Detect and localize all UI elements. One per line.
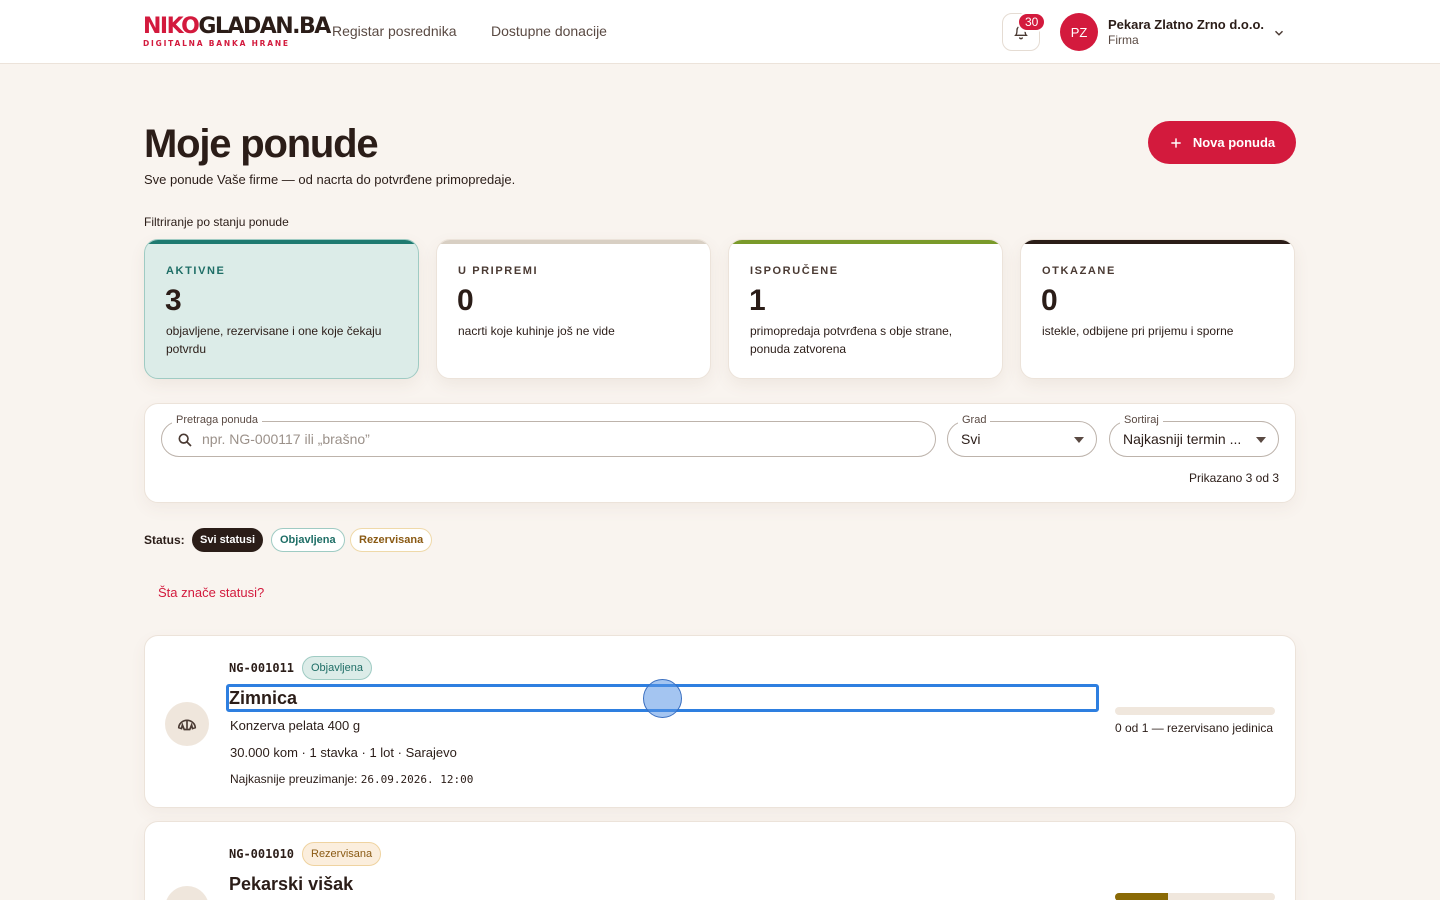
top-bar: NIKOGLADAN.BA DIGITALNA BANKA HRANE Regi… (0, 0, 1440, 64)
sort-select[interactable]: Sortiraj Najkasniji termin ... (1109, 414, 1279, 457)
city-legend: Grad (958, 414, 991, 426)
cursor-indicator (643, 679, 682, 718)
progress-fill (1115, 893, 1168, 900)
city-value: Svi (961, 431, 981, 447)
stat-label: AKTIVNE (166, 265, 226, 277)
logo[interactable]: NIKOGLADAN.BA DIGITALNA BANKA HRANE (143, 14, 331, 49)
reservation-progress (1115, 893, 1275, 900)
stat-value: 1 (749, 284, 766, 317)
stat-description: nacrti koje kuhinje još ne vide (458, 324, 615, 338)
stat-card-aktivne[interactable]: AKTIVNE 3 objavljene, rezervisane i one … (144, 239, 419, 379)
pickup-time: 26.09.2026. 12:00 (360, 773, 474, 786)
search-icon (178, 433, 192, 447)
bread-icon (177, 719, 197, 731)
stat-label: ISPORUČENE (750, 265, 839, 277)
offer-item: Konzerva pelata 400 g (230, 718, 361, 733)
stat-card-otkazane[interactable]: OTKAZANE 0 istekle, odbijene pri prijemu… (1020, 239, 1295, 379)
logo-part-niko: NIKO (143, 14, 200, 39)
stat-accent-bar (1021, 240, 1294, 244)
result-count: Prikazano 3 od 3 (1188, 471, 1279, 485)
offer-card[interactable]: NG-001011 Objavljena Zimnica Konzerva pe… (144, 635, 1296, 808)
chevron-down-icon[interactable] (1272, 26, 1286, 40)
chip-all-statuses[interactable]: Svi statusi (192, 528, 264, 552)
search-panel: Pretraga ponuda Grad Svi Sortiraj Najkas… (144, 403, 1296, 503)
chip-objavljena[interactable]: Objavljena (271, 528, 345, 552)
status-badge: Objavljena (302, 656, 372, 680)
offer-pickup: Najkasnije preuzimanje: 26.09.2026. 12:0… (230, 772, 473, 786)
stat-description: primopredaja potvrđena s obje strane, po… (750, 324, 953, 356)
filter-label: Filtriranje po stanju ponude (144, 215, 289, 229)
new-offer-label: Nova ponuda (1192, 135, 1276, 150)
stat-accent-bar (437, 240, 710, 244)
avatar[interactable]: PZ (1060, 13, 1098, 51)
sort-value: Najkasniji termin ... (1123, 431, 1242, 447)
reservation-progress (1115, 707, 1275, 715)
stat-value: 0 (1041, 284, 1058, 317)
stat-label: U PRIPREMI (458, 265, 539, 277)
offer-card[interactable]: NG-001010 Rezervisana Pekarski višak (144, 821, 1296, 900)
company-role: Firma (1108, 33, 1139, 47)
status-help-link[interactable]: Šta znače statusi? (158, 585, 264, 600)
company-name[interactable]: Pekara Zlatno Zrno d.o.o. (1108, 17, 1264, 32)
logo-tagline: DIGITALNA BANKA HRANE (143, 39, 290, 48)
stat-label: OTKAZANE (1042, 265, 1116, 277)
status-badge: Rezervisana (302, 842, 382, 866)
stat-value: 0 (457, 284, 474, 317)
caret-down-icon (1074, 437, 1084, 443)
page-subtitle: Sve ponude Vaše firme — od nacrta do pot… (144, 172, 516, 187)
pickup-label: Najkasnije preuzimanje: (230, 772, 358, 786)
offer-id: NG-001011 (229, 661, 295, 675)
search-field[interactable]: Pretraga ponuda (161, 414, 936, 457)
chip-rezervisana[interactable]: Rezervisana (350, 528, 433, 552)
stat-accent-bar (145, 240, 418, 244)
offer-id: NG-001010 (229, 847, 295, 861)
stat-accent-bar (729, 240, 1002, 244)
caret-down-icon (1256, 437, 1266, 443)
stat-description: objavljene, rezervisane i one koje čekaj… (166, 324, 382, 356)
progress-text: 0 od 1 — rezervisano jedinica (1115, 721, 1274, 735)
nav-link-registar[interactable]: Registar posrednika (332, 23, 457, 39)
offer-category-icon (165, 886, 209, 900)
stat-card-u-pripremi[interactable]: U PRIPREMI 0 nacrti koje kuhinje još ne … (436, 239, 711, 379)
stat-card-isporucene[interactable]: ISPORUČENE 1 primopredaja potvrđena s ob… (728, 239, 1003, 379)
logo-part-gladan: GLADAN.BA (198, 14, 331, 39)
notifications-badge: 30 (1017, 12, 1047, 32)
nav-link-donacije[interactable]: Dostupne donacije (491, 23, 607, 39)
offer-title[interactable]: Pekarski višak (229, 874, 353, 895)
stat-value: 3 (165, 284, 182, 317)
new-offer-button[interactable]: Nova ponuda (1148, 121, 1296, 164)
page-title: Moje ponude (144, 122, 379, 166)
offer-category-icon (165, 702, 209, 746)
plus-icon (1171, 137, 1181, 148)
search-input[interactable] (202, 422, 922, 456)
sort-legend: Sortiraj (1120, 414, 1163, 426)
offer-meta: 30.000 kom · 1 stavka · 1 lot · Sarajevo (230, 745, 457, 760)
status-filter-label: Status: (144, 533, 185, 547)
stat-description: istekle, odbijene pri prijemu i sporne (1042, 324, 1234, 338)
city-select[interactable]: Grad Svi (947, 414, 1097, 457)
